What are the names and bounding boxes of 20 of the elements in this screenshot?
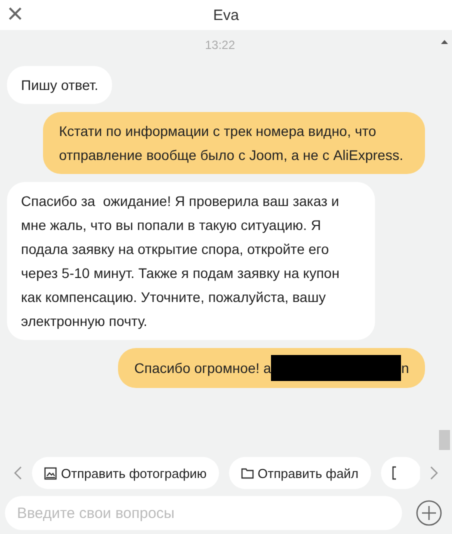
scroll-up-icon[interactable] [441,40,448,44]
add-icon[interactable] [416,500,442,526]
close-icon[interactable]: × [7,0,24,28]
message-bubble: Пишу ответ. [7,66,112,104]
send-photo-button[interactable]: Отправить фотографию [32,457,219,489]
bracket-icon [392,466,397,480]
scrollbar-thumb[interactable] [439,430,450,450]
send-file-button[interactable]: Отправить файл [228,457,371,489]
quick-action-button[interactable] [380,457,420,489]
image-icon [44,466,57,480]
message-bubble: Спасибо за ожидание! Я проверила ваш заказ и мне жаль, что вы попали в такую ситуацию. Я подала заявку на открытие спора, откройте его через 5-10 минут. Также я подам заявку на купон как компенсацию. Уточните, пожалуйста, вашу электронную почту. [7,182,375,340]
message-text: n [401,359,409,378]
message-input[interactable]: Введите свои вопросы [5,496,402,530]
chat-title: Eva [213,6,239,24]
chevron-right-icon[interactable] [430,466,438,480]
message-text: Спасибо огромное! a [134,359,272,378]
message-bubble: Кстати по информации с трек номера видно, что отправление вообще было с Joom, а не с AliExpress. [43,112,425,174]
timestamp: 13:22 [204,38,236,52]
folder-icon [240,467,254,479]
chevron-left-icon[interactable] [14,466,22,480]
